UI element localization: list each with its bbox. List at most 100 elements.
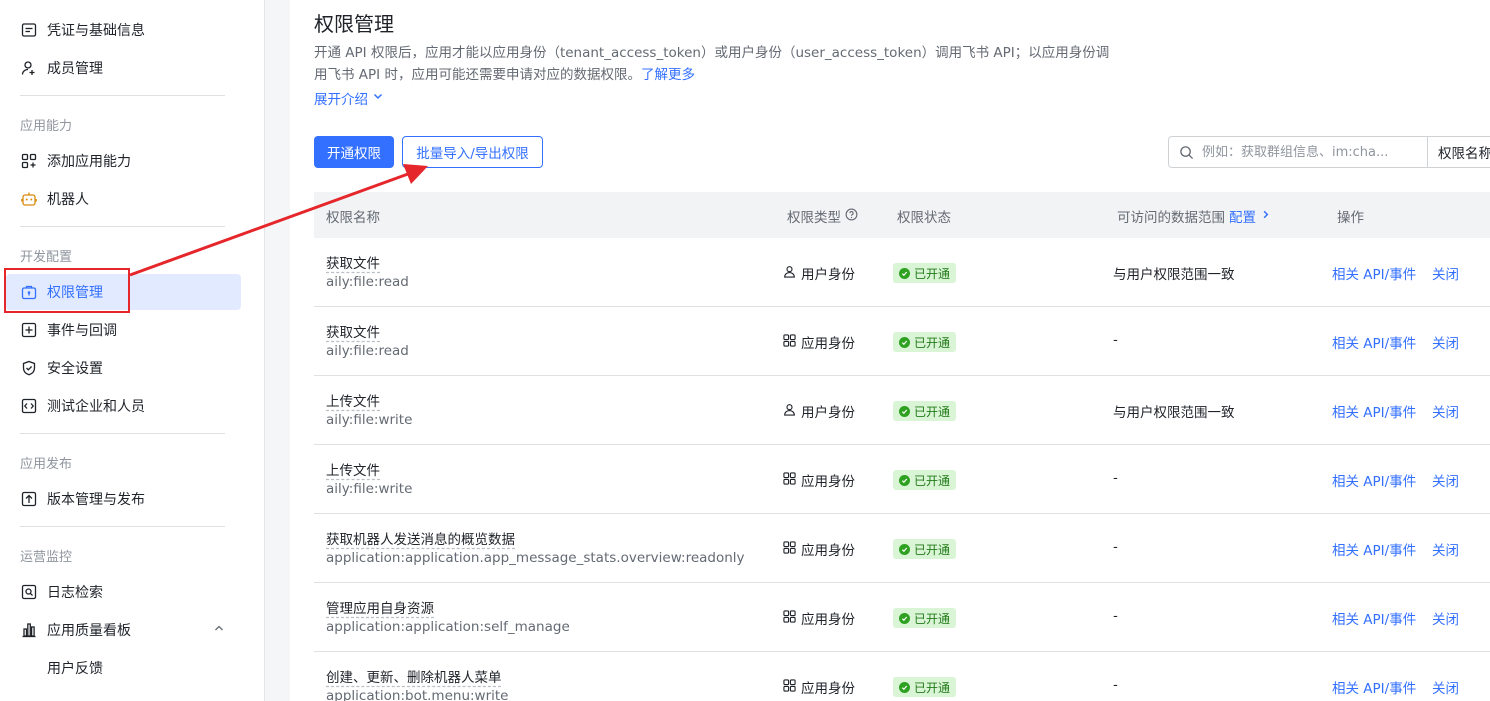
close-permission-link[interactable]: 关闭 — [1432, 677, 1459, 697]
table-row: 上传文件 aily:file:write 应用身份 已开通 - 相关 API/事件 关闭 — [314, 445, 1490, 514]
column-header-type-label: 权限类型 — [787, 210, 841, 226]
permission-name[interactable]: 获取机器人发送消息的概览数据 — [326, 528, 515, 548]
description-line-2: 用飞书 API 时，应用可能还需要申请对应的数据权限。了解更多 — [314, 64, 1114, 86]
permission-type: 应用身份 — [783, 539, 855, 559]
sidebar-item-label: 用户反馈 — [47, 661, 103, 677]
status-label: 已开通 — [914, 542, 951, 557]
section-title: 运营监控 — [20, 550, 73, 565]
permission-type: 应用身份 — [783, 608, 855, 628]
sidebar-item-test-enterprise[interactable]: 测试企业和人员 — [6, 388, 241, 424]
sidebar-item-label: 版本管理与发布 — [47, 492, 145, 508]
main-content: 权限管理 开通 API 权限后，应用才能以应用身份（tenant_access_… — [290, 0, 1490, 701]
column-header-actions: 操作 — [1337, 210, 1364, 226]
related-api-link[interactable]: 相关 API/事件 — [1332, 401, 1416, 421]
sidebar: 凭证与基础信息 成员管理 应用能力 添加应用能力 机器人 开发配置 权限管理 事… — [0, 0, 265, 701]
divider — [20, 95, 225, 96]
search-icon — [1179, 145, 1194, 160]
check-circle-icon — [899, 405, 910, 417]
check-circle-icon — [899, 543, 910, 555]
permission-type: 应用身份 — [783, 677, 855, 697]
data-scope: - — [1113, 470, 1118, 486]
close-permission-link[interactable]: 关闭 — [1432, 401, 1459, 421]
sidebar-item-version[interactable]: 版本管理与发布 — [6, 481, 241, 517]
close-permission-link[interactable]: 关闭 — [1432, 470, 1459, 490]
permission-code: application:application.app_message_stat… — [326, 550, 745, 566]
permission-name[interactable]: 管理应用自身资源 — [326, 597, 434, 617]
search-field-select[interactable]: 权限名称 — [1427, 136, 1490, 168]
sidebar-item-members[interactable]: 成员管理 — [6, 50, 241, 86]
user-icon — [783, 403, 796, 420]
related-api-link[interactable]: 相关 API/事件 — [1332, 470, 1416, 490]
sidebar-item-label: 安全设置 — [47, 361, 103, 377]
search-input[interactable] — [1202, 144, 1412, 160]
batch-import-export-button[interactable]: 批量导入/导出权限 — [402, 136, 543, 168]
related-api-link[interactable]: 相关 API/事件 — [1332, 539, 1416, 559]
configure-scope-link[interactable]: 配置 — [1229, 206, 1256, 226]
sidebar-item-add-capability[interactable]: 添加应用能力 — [6, 143, 241, 179]
divider — [20, 226, 225, 227]
permission-code: aily:file:write — [326, 412, 413, 428]
data-scope: 与用户权限范围一致 — [1113, 405, 1235, 421]
learn-more-link[interactable]: 了解更多 — [641, 67, 695, 83]
sidebar-item-credentials[interactable]: 凭证与基础信息 — [6, 12, 241, 48]
permission-name[interactable]: 获取文件 — [326, 321, 380, 341]
page-description: 开通 API 权限后，应用才能以应用身份（tenant_access_token… — [314, 42, 1114, 86]
permission-code: aily:file:write — [326, 481, 413, 497]
permission-code: application:bot.menu:write — [326, 688, 509, 701]
sidebar-item-quality[interactable]: 应用质量看板 — [6, 612, 241, 648]
sidebar-item-logs[interactable]: 日志检索 — [6, 574, 241, 610]
status-badge: 已开通 — [893, 677, 957, 697]
code-icon — [20, 397, 38, 415]
status-label: 已开通 — [914, 680, 951, 695]
description-line: 开通 API 权限后，应用才能以应用身份（tenant_access_token… — [314, 45, 1110, 61]
status-label: 已开通 — [914, 335, 951, 350]
permission-search-box — [1168, 136, 1428, 168]
table-row: 上传文件 aily:file:write 用户身份 已开通 与用户权限范围一致 相关 AP… — [314, 376, 1490, 445]
permission-type-label: 应用身份 — [801, 612, 855, 628]
permission-type-label: 用户身份 — [801, 267, 855, 283]
close-permission-link[interactable]: 关闭 — [1432, 608, 1459, 628]
status-label: 已开通 — [914, 404, 951, 419]
permission-name[interactable]: 上传文件 — [326, 390, 380, 410]
permission-code: aily:file:read — [326, 274, 409, 290]
close-permission-link[interactable]: 关闭 — [1432, 539, 1459, 559]
related-api-link[interactable]: 相关 API/事件 — [1332, 608, 1416, 628]
permission-name[interactable]: 获取文件 — [326, 252, 380, 272]
chevron-down-icon — [372, 90, 384, 106]
section-title: 开发配置 — [20, 250, 73, 265]
enable-permission-button[interactable]: 开通权限 — [314, 136, 394, 168]
app-grid-icon — [783, 540, 796, 558]
robot-icon — [20, 190, 38, 208]
log-search-icon — [20, 583, 38, 601]
sidebar-item-label: 日志检索 — [47, 585, 103, 601]
column-header-scope-label: 可访问的数据范围 — [1117, 210, 1225, 226]
permission-name[interactable]: 创建、更新、删除机器人菜单 — [326, 666, 502, 686]
close-permission-link[interactable]: 关闭 — [1432, 332, 1459, 352]
chevron-right-icon[interactable] — [1260, 208, 1271, 224]
status-badge: 已开通 — [893, 539, 957, 559]
check-circle-icon — [899, 267, 910, 279]
permission-type-label: 应用身份 — [801, 336, 855, 352]
sidebar-item-feedback[interactable]: 用户反馈 — [6, 650, 241, 686]
related-api-link[interactable]: 相关 API/事件 — [1332, 332, 1416, 352]
close-permission-link[interactable]: 关闭 — [1432, 263, 1459, 283]
expand-intro-link[interactable]: 展开介绍 — [314, 88, 384, 108]
status-badge: 已开通 — [893, 401, 957, 421]
page-title: 权限管理 — [314, 12, 394, 36]
app-grid-icon — [783, 678, 796, 696]
sidebar-item-security[interactable]: 安全设置 — [6, 350, 241, 386]
permission-type-label: 应用身份 — [801, 681, 855, 697]
related-api-link[interactable]: 相关 API/事件 — [1332, 263, 1416, 283]
chevron-up-icon[interactable] — [213, 622, 225, 638]
sidebar-item-bot[interactable]: 机器人 — [6, 181, 241, 217]
app-grid-icon — [783, 471, 796, 489]
sidebar-item-events[interactable]: 事件与回调 — [6, 312, 241, 348]
related-api-link[interactable]: 相关 API/事件 — [1332, 677, 1416, 697]
status-label: 已开通 — [914, 266, 951, 281]
help-icon[interactable] — [845, 208, 858, 225]
permission-type-label: 应用身份 — [801, 543, 855, 559]
status-label: 已开通 — [914, 611, 951, 626]
app-grid-icon — [783, 609, 796, 627]
check-circle-icon — [899, 612, 910, 624]
permission-name[interactable]: 上传文件 — [326, 459, 380, 479]
